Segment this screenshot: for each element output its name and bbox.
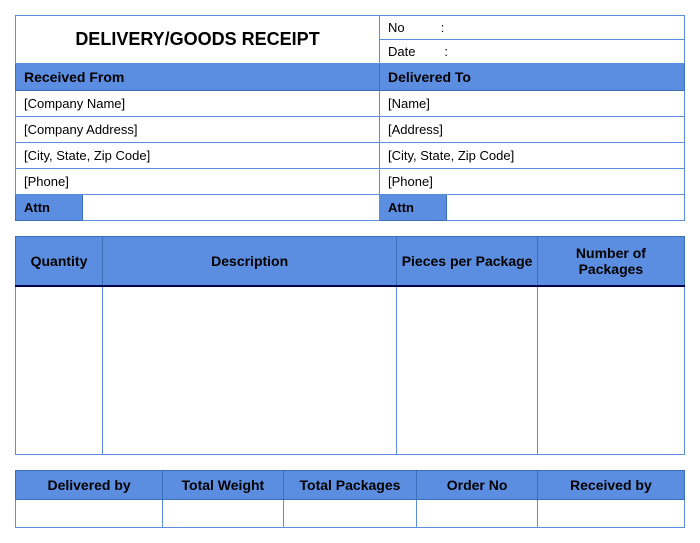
from-city: [City, State, Zip Code] <box>16 143 380 169</box>
footer-total-weight: Total Weight <box>163 471 283 500</box>
footer-total-packages: Total Packages <box>283 471 417 500</box>
from-phone: [Phone] <box>16 169 380 195</box>
items-table: Quantity Description Pieces per Package … <box>15 236 685 455</box>
date-separator: : <box>444 44 448 59</box>
received-from-header: Received From <box>16 64 380 91</box>
to-city: [City, State, Zip Code] <box>380 143 685 169</box>
date-field: Date : <box>380 40 685 64</box>
delivered-to-header: Delivered To <box>380 64 685 91</box>
no-separator: : <box>441 20 445 35</box>
items-packages-cell <box>537 286 684 455</box>
items-quantity-cell <box>16 286 103 455</box>
header-table: DELIVERY/GOODS RECEIPT No : Date : Recei… <box>15 15 685 221</box>
no-label: No <box>388 20 405 35</box>
from-attn-value <box>83 195 380 221</box>
date-label: Date <box>388 44 415 59</box>
from-company: [Company Name] <box>16 91 380 117</box>
items-description-cell <box>102 286 396 455</box>
footer-order-no-value <box>417 500 537 528</box>
from-attn-label: Attn <box>16 195 83 221</box>
receipt-no-field: No : <box>380 16 685 40</box>
col-packages: Number of Packages <box>537 237 684 287</box>
footer-received-by: Received by <box>537 471 684 500</box>
footer-table: Delivered by Total Weight Total Packages… <box>15 470 685 528</box>
footer-total-packages-value <box>283 500 417 528</box>
col-quantity: Quantity <box>16 237 103 287</box>
to-attn-value <box>447 195 685 221</box>
footer-received-by-value <box>537 500 684 528</box>
footer-delivered-by-value <box>16 500 163 528</box>
items-pieces-cell <box>397 286 537 455</box>
from-address: [Company Address] <box>16 117 380 143</box>
document-title: DELIVERY/GOODS RECEIPT <box>16 16 380 64</box>
footer-order-no: Order No <box>417 471 537 500</box>
col-pieces: Pieces per Package <box>397 237 537 287</box>
footer-total-weight-value <box>163 500 283 528</box>
footer-delivered-by: Delivered by <box>16 471 163 500</box>
to-attn-label: Attn <box>380 195 447 221</box>
col-description: Description <box>102 237 396 287</box>
to-name: [Name] <box>380 91 685 117</box>
to-phone: [Phone] <box>380 169 685 195</box>
to-address: [Address] <box>380 117 685 143</box>
